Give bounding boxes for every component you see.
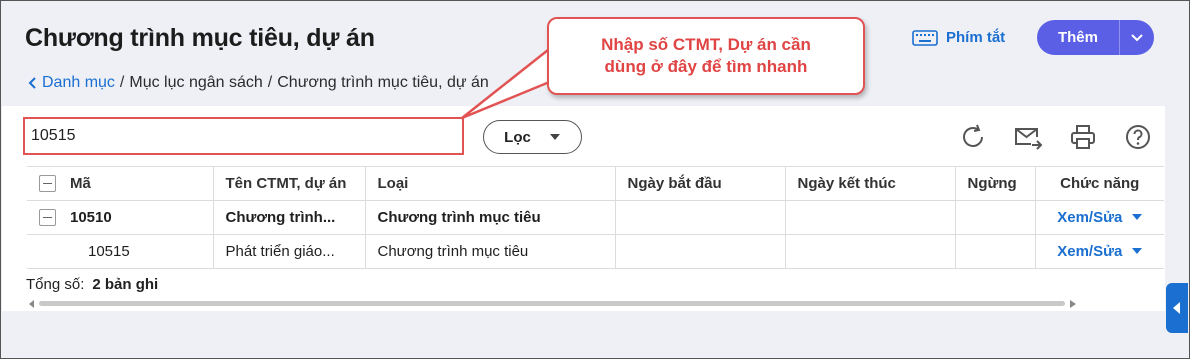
caret-down-icon [549,134,560,140]
column-header-name[interactable]: Tên CTMT, dự án [213,166,366,201]
cell-actions: Xem/Sửa [1035,234,1164,269]
cell-type: Chương trình mục tiêu [365,234,616,269]
cell-name: Phát triển giáo... [213,234,366,269]
column-header-type[interactable]: Loại [365,166,616,201]
print-button[interactable] [1068,122,1098,152]
record-count-label: Tổng số: [26,276,85,293]
help-button[interactable] [1123,122,1153,152]
keyboard-icon [912,29,938,46]
add-dropdown-toggle[interactable] [1120,33,1154,43]
add-button-label: Thêm [1057,29,1098,46]
cell-stop [955,200,1036,235]
shortcut-label: Phím tắt [946,29,1006,46]
page-title: Chương trình mục tiêu, dự án [25,24,375,52]
cell-start-date [615,234,786,269]
cell-start-date [615,200,786,235]
column-header-actions: Chức năng [1035,166,1164,201]
cell-code: 10510 [27,200,214,235]
shortcut-button[interactable]: Phím tắt [912,29,1005,46]
column-header-stop[interactable]: Ngừng [955,166,1036,201]
cell-type: Chương trình mục tiêu [365,200,616,235]
table-row[interactable]: 10510 Chương trình... Chương trình mục t… [27,200,1164,235]
cell-stop [955,234,1036,269]
help-icon [1126,125,1150,149]
breadcrumb-item-danh-muc[interactable]: Danh mục [42,74,115,92]
cell-actions: Xem/Sửa [1035,200,1164,235]
data-table: Mã Tên CTMT, dự án Loại Ngày bắt đầu Ngà… [27,166,1164,269]
scroll-right-icon[interactable] [1070,300,1076,308]
add-button[interactable]: Thêm [1037,20,1154,55]
refresh-button[interactable] [958,122,988,152]
search-input[interactable] [31,124,451,148]
table-row[interactable]: 10515 Phát triển giáo... Chương trình mụ… [27,234,1164,269]
chevron-left-icon [28,77,36,89]
view-edit-link[interactable]: Xem/Sửa [1057,243,1143,260]
caret-down-icon[interactable] [1132,248,1143,255]
column-header-start-date[interactable]: Ngày bắt đầu [615,166,786,201]
horizontal-scrollbar[interactable] [27,300,1164,308]
callout-text-line1: Nhập số CTMT, Dự án cần [601,35,811,54]
record-count: Tổng số: 2 bản ghi [26,276,158,293]
breadcrumb-separator: / [119,74,125,91]
cell-end-date [785,234,956,269]
breadcrumb: Danh mục / Mục lục ngân sách / Chương tr… [28,74,489,92]
mail-export-icon [1015,128,1043,150]
cell-end-date [785,200,956,235]
refresh-icon [963,124,983,147]
column-header-code[interactable]: Mã [27,166,214,201]
breadcrumb-item-muc-luc: Mục lục ngân sách [129,74,263,91]
breadcrumb-back-link[interactable]: Danh mục [28,74,115,92]
printer-icon [1071,125,1095,149]
collapse-toggle[interactable] [39,209,56,227]
table-header-row: Mã Tên CTMT, dự án Loại Ngày bắt đầu Ngà… [27,166,1164,201]
record-count-value: 2 bản ghi [92,276,159,293]
caret-left-icon [1173,302,1180,314]
cell-name: Chương trình... [213,200,366,235]
scrollbar-thumb[interactable] [39,301,1065,306]
cell-code: 10515 [27,234,214,269]
callout-text-line2: dùng ở đây để tìm nhanh [604,57,808,76]
caret-down-icon[interactable] [1132,214,1143,221]
search-field-highlight [23,117,464,155]
chevron-down-icon [1131,33,1143,41]
column-header-end-date[interactable]: Ngày kết thúc [785,166,956,201]
filter-label: Lọc [504,128,531,146]
side-panel-toggle[interactable] [1166,283,1188,333]
callout-note: Nhập số CTMT, Dự án cần dùng ở đây để tì… [547,17,865,95]
breadcrumb-separator: / [267,74,273,91]
scroll-left-icon[interactable] [29,300,35,308]
select-all-checkbox[interactable] [39,175,56,193]
export-button[interactable] [1013,122,1043,152]
view-edit-link[interactable]: Xem/Sửa [1057,209,1143,226]
